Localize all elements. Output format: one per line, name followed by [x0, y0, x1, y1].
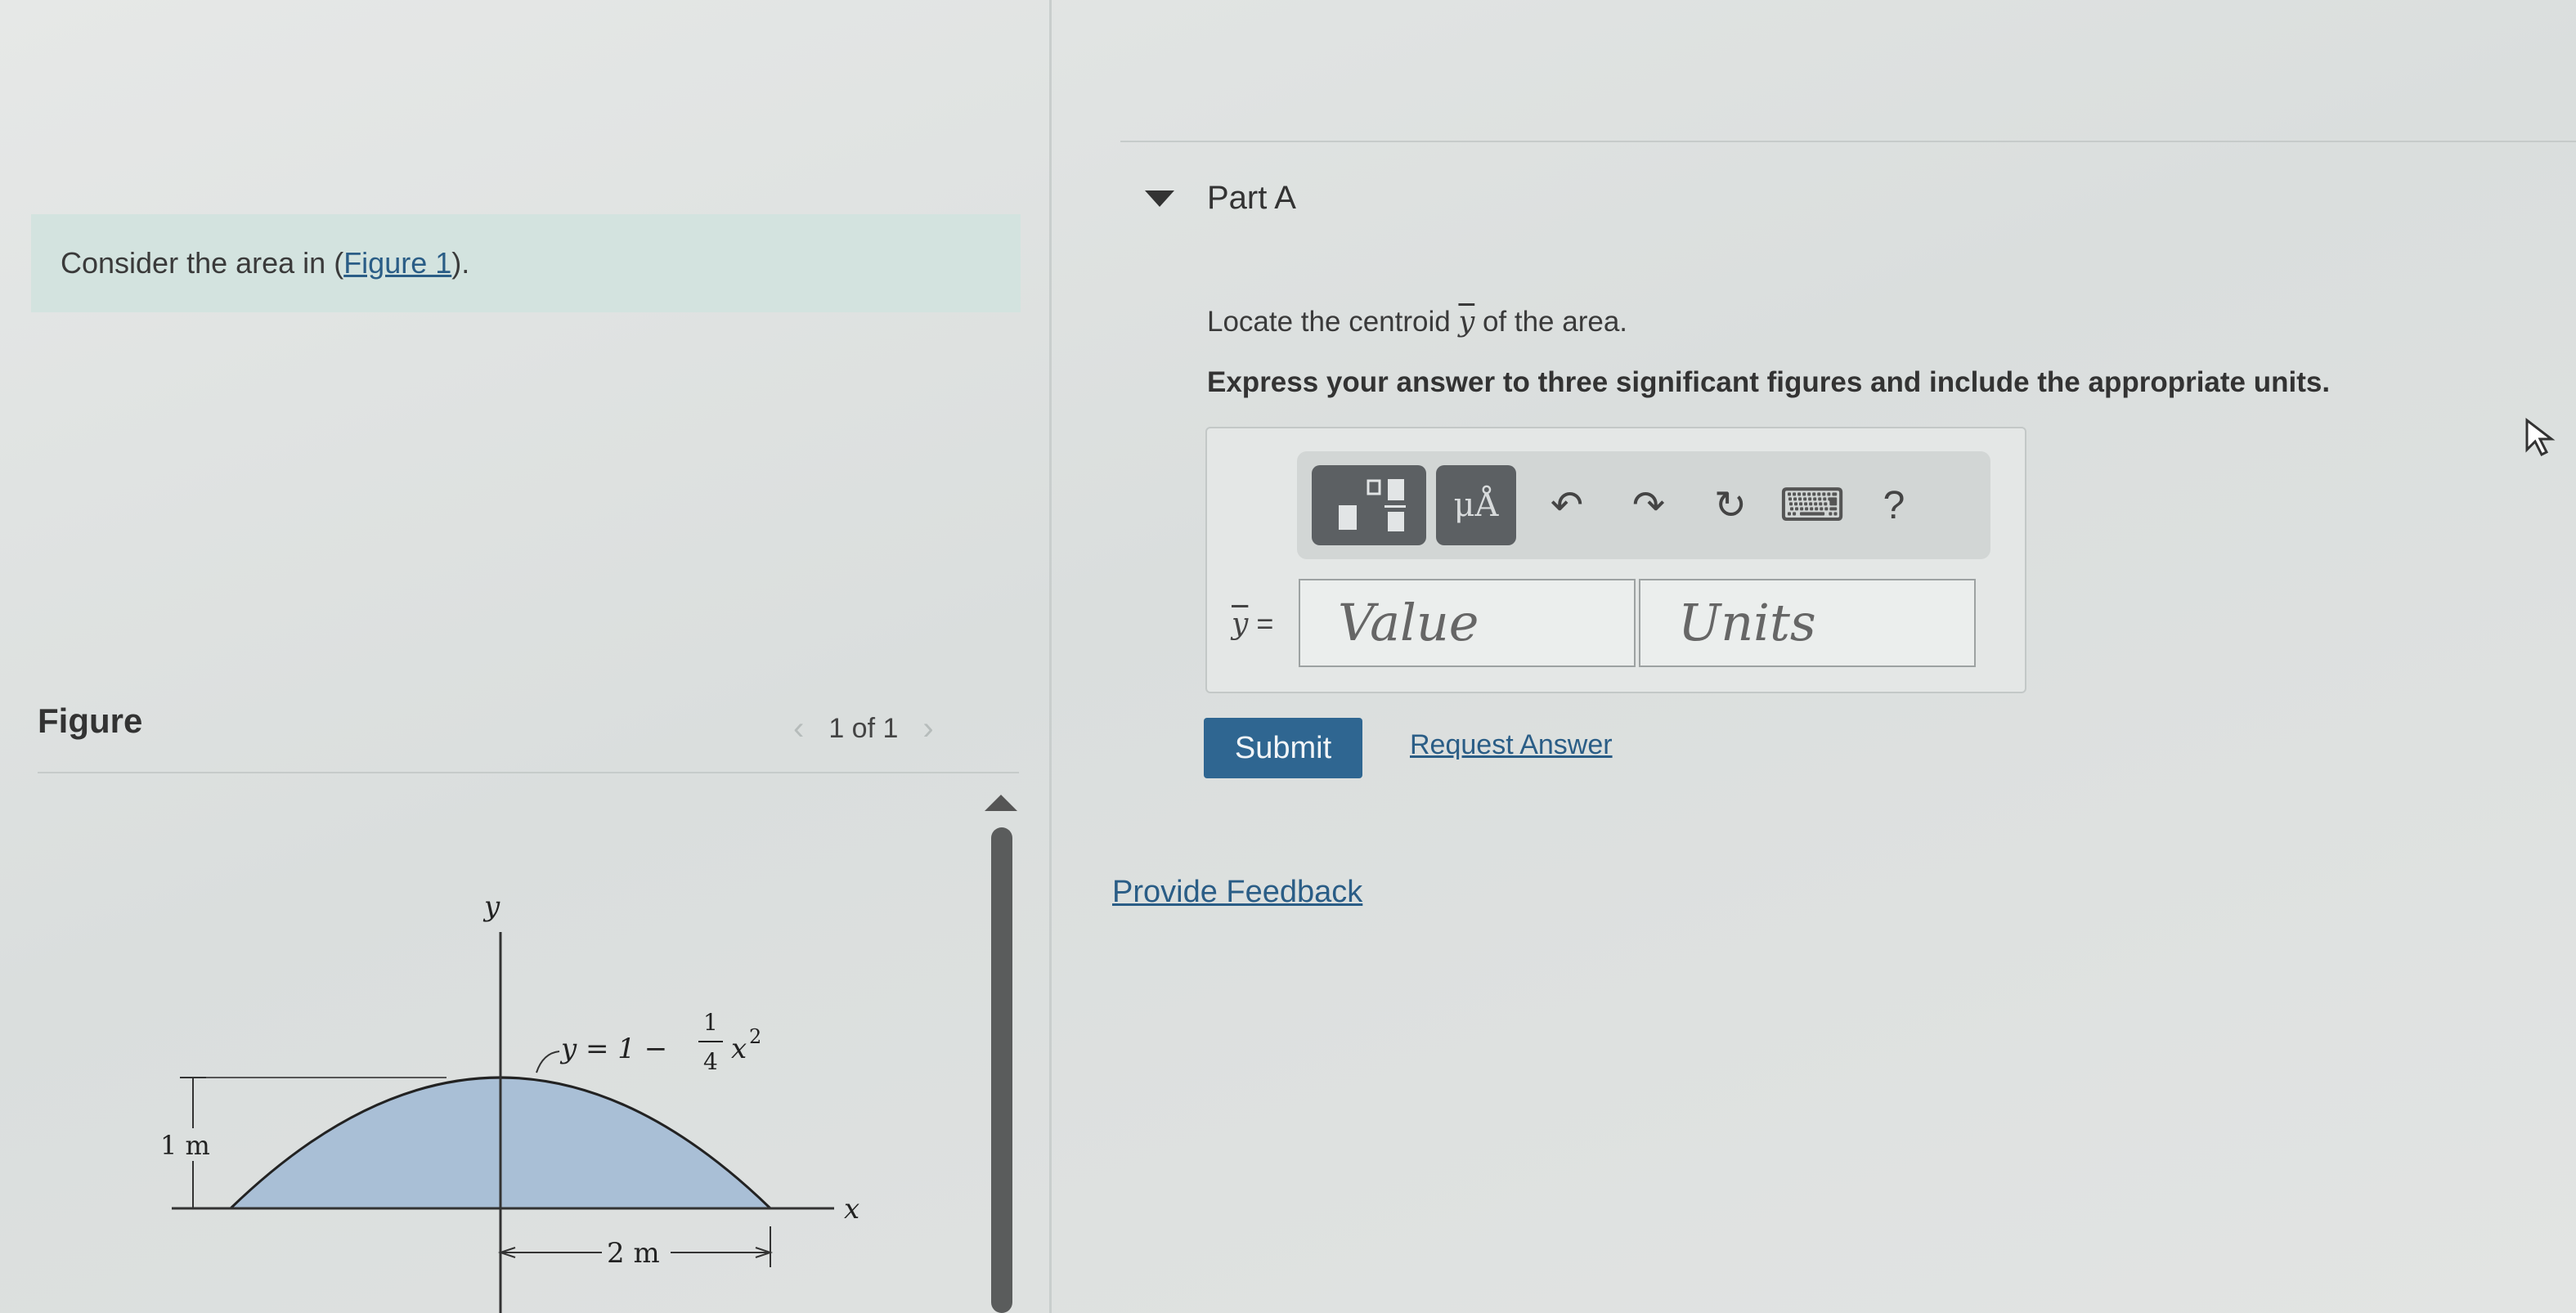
answer-symbol: y — [1232, 607, 1249, 641]
figure-scrollbar-thumb[interactable] — [991, 827, 1012, 1313]
question-post: of the area. — [1474, 306, 1628, 338]
fraction-template-icon[interactable] — [1312, 465, 1426, 545]
figure-pagination: ‹ 1 of 1 › — [793, 708, 934, 749]
scroll-up-arrow-icon[interactable] — [985, 795, 1017, 811]
figure-link[interactable]: Figure 1 — [343, 246, 451, 280]
width-dimension-label: 2 m — [607, 1237, 660, 1270]
part-a-header[interactable]: Part A — [1145, 180, 1296, 217]
question-text: Locate the centroid y of the area. — [1207, 306, 1627, 338]
problem-intro: Consider the area in (Figure 1). — [31, 214, 1021, 312]
help-button[interactable]: ? — [1853, 483, 1935, 528]
part-top-rule — [1120, 141, 2576, 142]
centroid-symbol: y — [1458, 306, 1475, 338]
intro-text: Consider the area in ( — [61, 246, 344, 280]
template-glyph — [1339, 479, 1406, 531]
curve-label-lhs: y = 1 − — [559, 1033, 667, 1065]
chevron-left-icon[interactable]: ‹ — [793, 710, 804, 747]
figure-heading: Figure — [38, 701, 143, 740]
provide-feedback-link[interactable]: Provide Feedback — [1112, 875, 1362, 910]
reset-icon[interactable]: ↻ — [1690, 482, 1771, 528]
units-symbol-button[interactable]: μÅ — [1436, 465, 1516, 545]
mouse-pointer-icon — [2525, 417, 2556, 457]
keyboard-icon[interactable]: ⌨ — [1771, 478, 1853, 532]
redo-icon[interactable]: ↷ — [1608, 482, 1690, 528]
x-axis-label: x — [844, 1193, 859, 1226]
figure-diagram: y x 1 m 2 m y = 1 − 1 4 x 2 — [160, 890, 859, 1313]
collapse-caret-icon[interactable] — [1145, 190, 1174, 207]
answer-label: y = — [1232, 607, 1273, 641]
curve-label-frac-den: 4 — [703, 1048, 718, 1075]
intro-end: ). — [451, 246, 470, 280]
height-dimension-label: 1 m — [160, 1130, 210, 1161]
answer-instruction: Express your answer to three significant… — [1207, 366, 2331, 398]
y-axis-label: y — [482, 890, 500, 923]
part-title: Part A — [1207, 180, 1296, 216]
page-indicator: 1 of 1 — [828, 712, 899, 744]
chevron-right-icon[interactable]: › — [922, 710, 933, 747]
value-input[interactable]: Value — [1299, 579, 1636, 667]
curve-label-frac-num: 1 — [703, 1009, 718, 1036]
panel-divider — [1049, 0, 1052, 1313]
curve-label-rhs: x — [731, 1033, 747, 1065]
request-answer-link[interactable]: Request Answer — [1410, 729, 1613, 761]
math-toolbar: μÅ ↶ ↷ ↻ ⌨ ? — [1297, 451, 1990, 559]
answer-equals: = — [1248, 607, 1274, 640]
figure-rule — [38, 772, 1019, 773]
curve-label-exponent: 2 — [749, 1025, 761, 1048]
question-pre: Locate the centroid — [1207, 306, 1459, 338]
units-input[interactable]: Units — [1639, 579, 1976, 667]
curve-leader — [536, 1051, 560, 1073]
undo-icon[interactable]: ↶ — [1526, 482, 1608, 528]
submit-button[interactable]: Submit — [1204, 718, 1362, 778]
